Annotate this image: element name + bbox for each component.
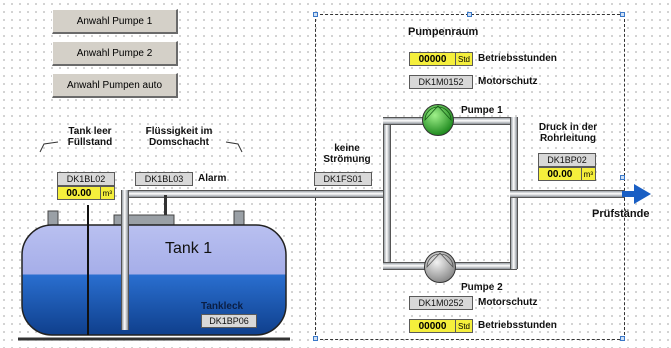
pump1-operating-hours-label: Betriebsstunden [478,53,557,64]
frame-handle [620,336,625,341]
pipe-pressure-label: Druck in der Rohrleitung [538,122,598,144]
pump-2-label: Pumpe 2 [461,282,503,293]
select-pump-2-button[interactable]: Anwahl Pumpe 2 [52,41,178,66]
frame-handle [620,175,625,180]
select-pump-1-button[interactable]: Anwahl Pumpe 1 [52,9,178,34]
flow-switch-tag[interactable]: DK1FS01 [314,172,372,186]
frame-handle [620,12,625,17]
pump-room-title: Pumpenraum [408,26,479,38]
level-sensor-tag[interactable]: DK1BL02 [57,172,115,186]
pump2-motor-protection-tag[interactable]: DK1M0252 [409,296,473,310]
no-flow-label: keine Strömung [323,143,371,165]
pump1-operating-hours-value: 00000 Std [409,52,473,66]
pump1-motor-protection-label: Motorschutz [478,76,538,87]
tank-leak-label: Tankleck [201,301,244,312]
tank-suction-pipe [121,190,129,330]
pump2-motor-protection-label: Motorschutz [478,297,538,308]
pump-1-icon [422,104,454,136]
pipe-bypass-left [383,117,391,269]
liquid-sensor-tag[interactable]: DK1BL03 [135,172,193,186]
outlet-pipe [510,190,625,198]
pressure-value: 00.00 m³ [538,167,596,181]
pump-1-label: Pumpe 1 [461,105,503,116]
tank-leak-sensor-tag[interactable]: DK1BP06 [201,314,257,328]
tank-level-value: 00.00 m³ [57,186,115,200]
frame-handle [313,336,318,341]
sensor-lead-lines [36,132,246,154]
alarm-label: Alarm [198,173,227,184]
pump-1[interactable] [421,103,455,137]
frame-handle [313,12,318,17]
pump2-operating-hours-label: Betriebsstunden [478,320,557,331]
pump-2-icon [424,251,456,283]
dome-pipe [164,195,167,215]
pump2-operating-hours-value: 00000 Std [409,319,473,333]
select-pumps-auto-button[interactable]: Anwahl Pumpen auto [52,73,178,98]
tank-name: Tank 1 [165,240,213,257]
pump1-motor-protection-tag[interactable]: DK1M0152 [409,75,473,89]
pressure-sensor-tag[interactable]: DK1BP02 [538,153,596,167]
frame-handle [467,12,472,17]
outlet-arrow-icon [622,183,652,205]
pump-2[interactable] [423,250,457,284]
test-benches-label: Prüfstände [592,208,650,220]
